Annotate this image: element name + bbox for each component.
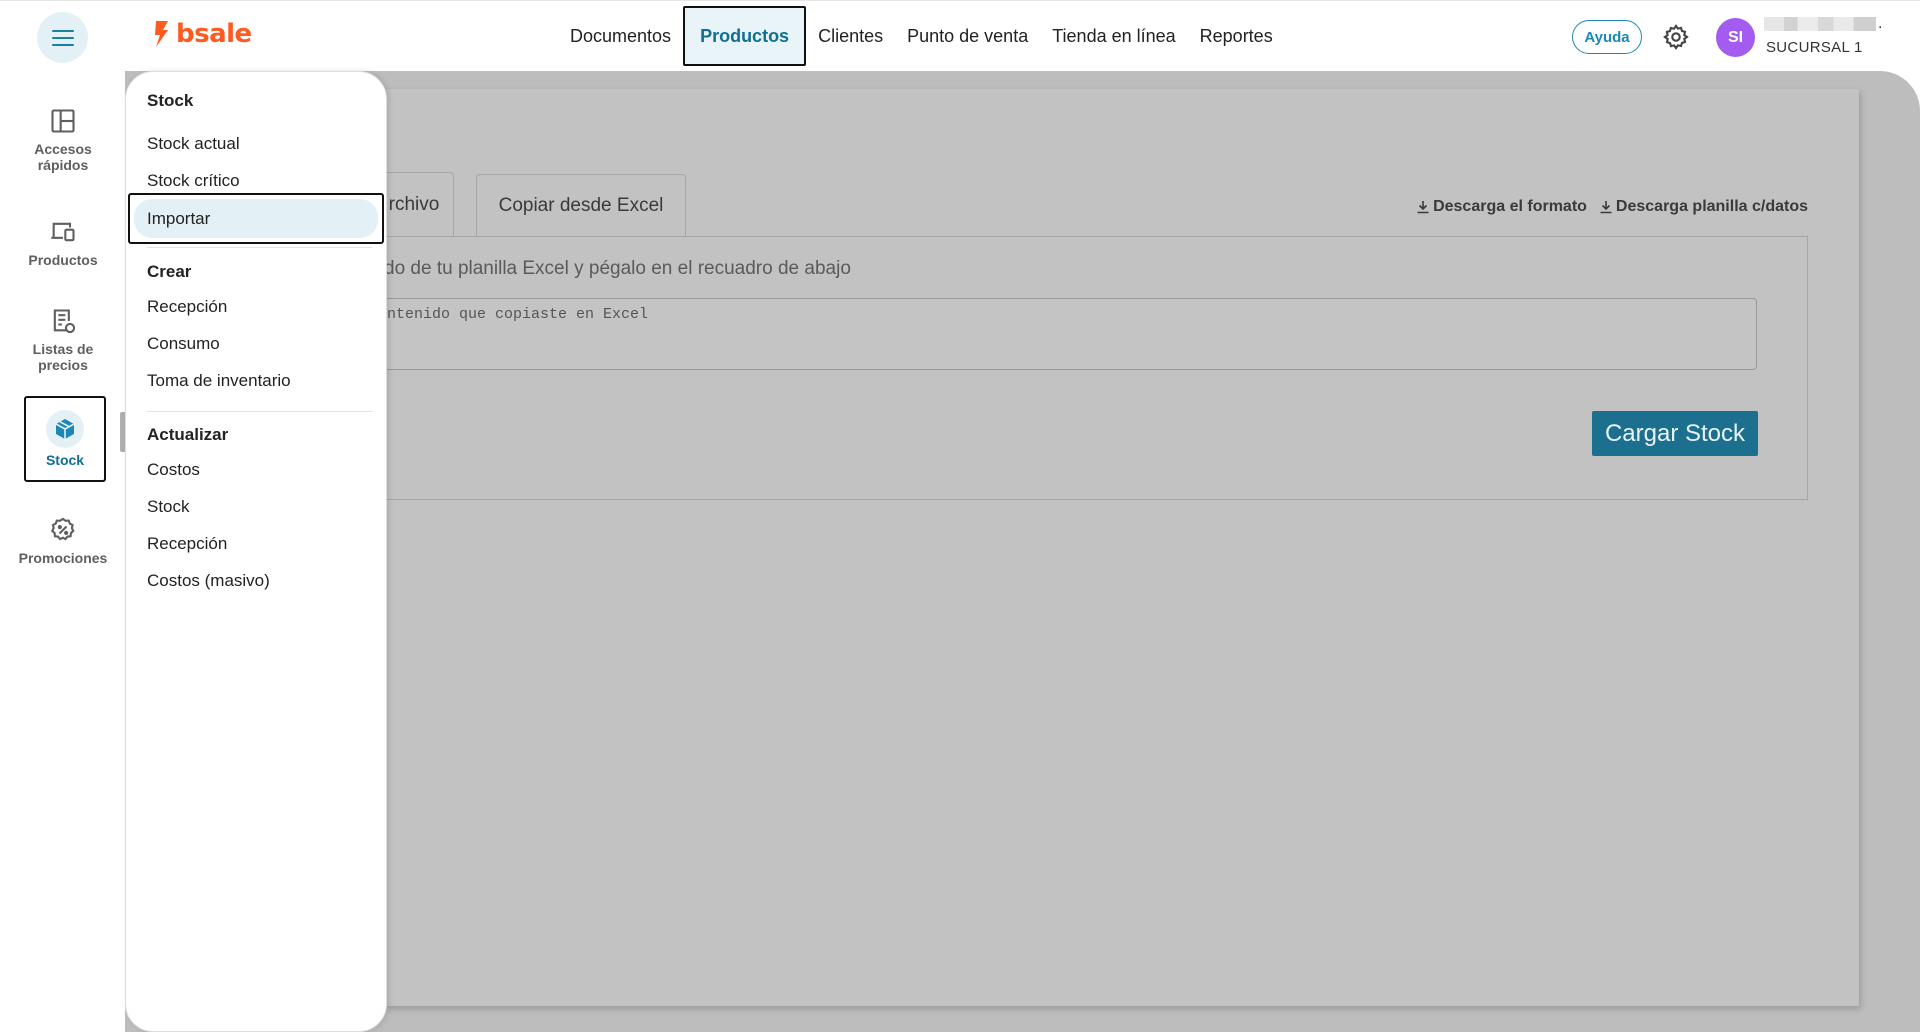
sidebar-item-promociones[interactable]: Promociones [10, 516, 116, 566]
nav-clientes[interactable]: Clientes [806, 6, 895, 66]
submenu-item-importar-highlight: Importar [134, 199, 378, 238]
paste-instruction: do de tu planilla Excel y pégalo en el r… [384, 258, 851, 279]
user-name-redacted [1764, 17, 1876, 31]
download-with-data-label: Descarga planilla c/datos [1615, 198, 1808, 215]
submenu-item-stock[interactable]: Stock [147, 497, 190, 517]
load-stock-button[interactable]: Cargar Stock [1592, 411, 1758, 456]
sidebar-label: Promociones [18, 550, 108, 566]
sidebar-label: precios [38, 357, 88, 373]
promo-badge-icon [50, 517, 75, 541]
nav-reportes[interactable]: Reportes [1188, 6, 1285, 66]
download-icon [1417, 201, 1429, 214]
sidebar-item-listas-de-precios[interactable]: Listas de precios [10, 307, 116, 373]
submenu-heading-crear: Crear [147, 262, 192, 281]
sidebar-label: Stock [45, 452, 85, 468]
submenu-divider [147, 247, 372, 248]
price-list-icon [53, 309, 76, 334]
download-format-label: Descarga el formato [1433, 198, 1587, 215]
submenu-item-importar[interactable]: Importar [128, 193, 384, 244]
download-links: Descarga el formato Descarga planilla c/… [1416, 198, 1808, 216]
menu-toggle-button[interactable] [37, 12, 88, 63]
top-bar: bsale Documentos Productos Clientes Punt… [0, 0, 1920, 71]
submenu-item-stock-actual[interactable]: Stock actual [147, 134, 240, 154]
sidebar-label: rápidos [37, 157, 89, 173]
download-icon [1600, 201, 1612, 214]
submenu-item-stock-critico[interactable]: Stock crítico [147, 171, 240, 191]
submenu-item-recepcion-actualizar[interactable]: Recepción [147, 534, 227, 554]
submenu-divider [147, 411, 372, 412]
submenu-item-recepcion[interactable]: Recepción [147, 297, 227, 317]
submenu-item-label: Importar [147, 208, 211, 228]
left-sidebar: Accesos rápidos Productos Listas de prec… [0, 71, 125, 1032]
tab-copiar-desde-excel[interactable]: Copiar desde Excel [476, 174, 686, 237]
quick-access-icon [51, 109, 75, 133]
nav-tienda-en-linea[interactable]: Tienda en línea [1040, 6, 1187, 66]
box-icon [55, 419, 75, 439]
user-name-suffix: . [1878, 15, 1883, 32]
gear-icon[interactable] [1662, 23, 1690, 51]
sidebar-item-accesos-rapidos[interactable]: Accesos rápidos [10, 107, 116, 173]
sidebar-label: Accesos [34, 141, 92, 157]
sidebar-label: Listas de [32, 341, 94, 357]
submenu-heading-stock: Stock [147, 91, 194, 110]
submenu-item-toma-de-inventario[interactable]: Toma de inventario [147, 371, 291, 391]
stock-icon-wrap [46, 410, 84, 448]
nav-punto-de-venta[interactable]: Punto de venta [895, 6, 1040, 66]
submenu-item-costos-masivo[interactable]: Costos (masivo) [147, 571, 270, 591]
nav-documentos[interactable]: Documentos [558, 6, 683, 66]
branch-name[interactable]: SUCURSAL 1 [1766, 39, 1863, 56]
stock-submenu: Stock Stock actual Stock crítico Importa… [125, 71, 387, 1032]
nav-productos[interactable]: Productos [683, 6, 807, 66]
download-format-link[interactable]: Descarga el formato [1416, 198, 1587, 216]
sidebar-item-productos[interactable]: Productos [10, 218, 116, 268]
sidebar-label: Productos [28, 252, 98, 268]
submenu-item-costos[interactable]: Costos [147, 460, 200, 480]
brand-name: bsale [176, 19, 252, 49]
user-avatar[interactable]: SI [1716, 18, 1755, 57]
submenu-item-consumo[interactable]: Consumo [147, 334, 220, 354]
download-with-data-link[interactable]: Descarga planilla c/datos [1599, 198, 1808, 216]
bsale-logo-icon [155, 21, 168, 47]
sidebar-item-stock[interactable]: Stock [24, 396, 106, 482]
help-button[interactable]: Ayuda [1572, 20, 1642, 54]
submenu-heading-actualizar: Actualizar [147, 425, 229, 444]
main-nav: Documentos Productos Clientes Punto de v… [558, 6, 1285, 66]
hamburger-icon [51, 27, 74, 48]
devices-icon [51, 222, 75, 242]
excel-paste-textarea[interactable]: ntenido que copiaste en Excel [384, 298, 1757, 370]
brand-logo[interactable]: bsale [152, 19, 252, 49]
